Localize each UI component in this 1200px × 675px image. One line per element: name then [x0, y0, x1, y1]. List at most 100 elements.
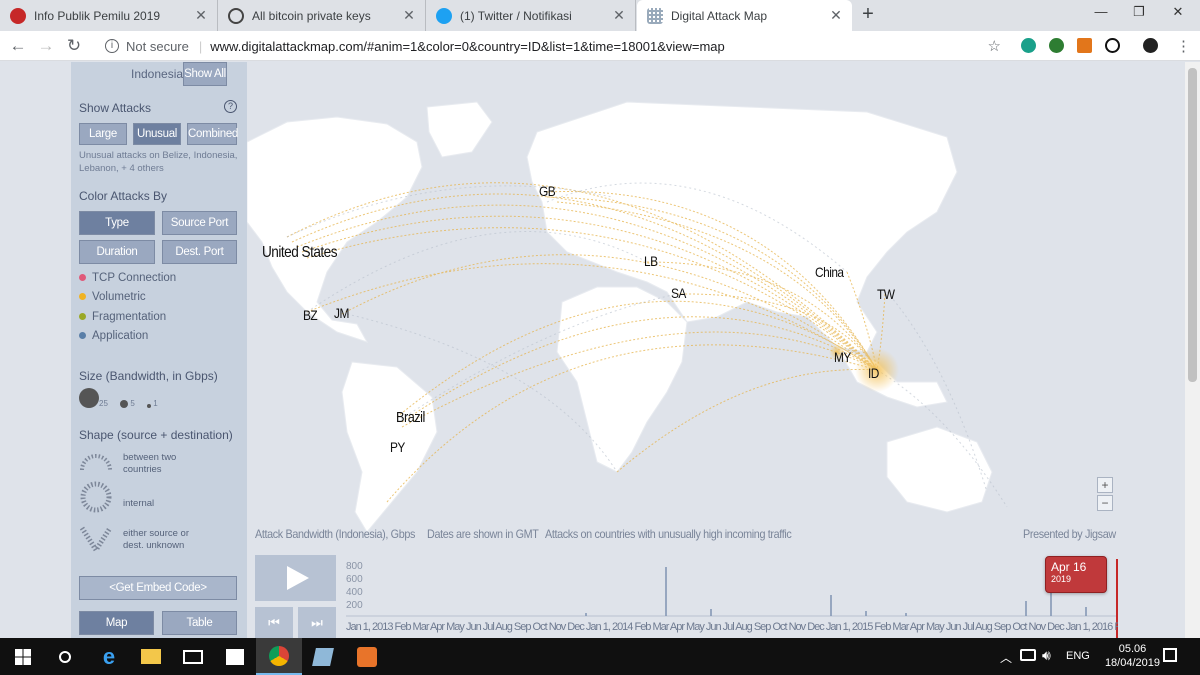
color-source-port-button[interactable]: Source Port [162, 211, 237, 235]
label-my[interactable]: MY [834, 349, 851, 365]
page-content: Indonesia Show All Show Attacks ? Large … [0, 62, 1200, 638]
help-icon[interactable]: ? [224, 100, 237, 113]
map-view-button[interactable]: Map [79, 611, 154, 635]
address-toolbar: ← → ↻ i Not secure | www.digitalattackma… [0, 31, 1200, 61]
mail-taskbar-button[interactable] [170, 638, 216, 675]
greenland-shape [426, 101, 493, 158]
size-title: Size (Bandwidth, in Gbps) [79, 369, 218, 383]
page-scrollbar[interactable] [1185, 62, 1200, 638]
extension-icon[interactable] [1021, 38, 1036, 53]
presented-by-label[interactable]: Presented by Jigsaw [1023, 527, 1116, 541]
label-china[interactable]: China [815, 264, 844, 280]
extension-icon[interactable] [1105, 38, 1120, 53]
label-id[interactable]: ID [868, 365, 879, 381]
label-united-states[interactable]: United States [262, 244, 338, 262]
minimize-button[interactable]: — [1086, 4, 1116, 24]
windows-taskbar: e ︿ 🔊︎ ENG 05.06 18/04/2019 [0, 638, 1200, 675]
notifications-icon[interactable] [1163, 648, 1177, 662]
tab-bitcoin-keys[interactable]: All bitcoin private keys ✕ [218, 0, 426, 31]
play-button[interactable] [255, 555, 336, 601]
edge-taskbar-button[interactable]: e [86, 638, 132, 675]
unusual-note: Unusual attacks on Belize, Indonesia, Le… [79, 150, 238, 174]
clock-time: 05.06 [1118, 643, 1147, 655]
color-duration-button[interactable]: Duration [79, 240, 155, 264]
timeline-chart[interactable]: 800 600 400 200 Jan 1, 2013 Feb Mar Apr … [346, 559, 1118, 638]
scrollbar-thumb[interactable] [1188, 68, 1197, 382]
back-button[interactable]: ← [8, 36, 28, 56]
metamask-icon[interactable] [1077, 38, 1092, 53]
app-taskbar-button[interactable] [344, 638, 390, 675]
legend-tcp: TCP Connection [79, 272, 176, 284]
timeline-axis-labels: Jan 1, 2013 Feb Mar Apr May Jun Jul Aug … [346, 621, 1118, 633]
url-text: www.digitalattackmap.com/#anim=1&color=0… [210, 38, 725, 54]
store-icon [226, 648, 244, 665]
tab-title: Info Publik Pemilu 2019 [34, 8, 161, 23]
search-button[interactable] [42, 638, 88, 675]
close-icon[interactable]: ✕ [611, 7, 627, 24]
store-taskbar-button[interactable] [212, 638, 258, 675]
tab-info-publik[interactable]: Info Publik Pemilu 2019 ✕ [0, 0, 218, 31]
label-lb[interactable]: LB [644, 253, 658, 269]
network-icon[interactable] [1020, 649, 1036, 661]
filter-unusual-button[interactable]: Unusual [133, 123, 181, 145]
label-brazil[interactable]: Brazil [396, 409, 425, 426]
start-button[interactable] [0, 638, 46, 675]
world-map-canvas [247, 101, 1008, 533]
label-tw[interactable]: TW [877, 286, 895, 302]
app-taskbar-button[interactable] [300, 638, 346, 675]
info-icon[interactable]: i [105, 39, 119, 53]
attack-map[interactable]: United States GB LB SA China TW BZ JM MY… [247, 62, 1185, 638]
edge-icon: e [102, 643, 116, 669]
filter-combined-button[interactable]: Combined [187, 123, 238, 145]
volume-icon[interactable]: 🔊︎ [1042, 647, 1051, 664]
color-dest-port-button[interactable]: Dest. Port [162, 240, 237, 264]
play-icon [287, 566, 309, 590]
filter-large-button[interactable]: Large [79, 123, 127, 145]
show-all-button[interactable]: Show All [183, 62, 227, 86]
menu-icon[interactable]: ⋮ [1176, 37, 1191, 55]
app-icon [357, 646, 377, 667]
skip-forward-button[interactable]: ⏭ [298, 607, 336, 638]
zoom-out-button[interactable]: − [1097, 495, 1113, 511]
reload-button[interactable]: ↻ [64, 36, 84, 56]
australia-shape [886, 426, 993, 513]
close-icon[interactable]: ✕ [828, 7, 844, 24]
mail-icon [183, 649, 203, 664]
extension-icon[interactable] [1049, 38, 1064, 53]
explorer-taskbar-button[interactable] [128, 638, 174, 675]
close-icon[interactable]: ✕ [401, 7, 417, 24]
tab-digital-attack-map[interactable]: Digital Attack Map ✕ [637, 0, 852, 31]
omnibox[interactable]: i Not secure | www.digitalattackmap.com/… [93, 34, 1009, 58]
restore-button[interactable]: ❐ [1124, 4, 1154, 24]
skip-back-button[interactable]: ⏮ [255, 607, 293, 638]
new-tab-button[interactable]: + [858, 4, 878, 25]
label-jm[interactable]: JM [334, 305, 349, 321]
close-window-button[interactable]: ✕ [1163, 4, 1193, 24]
table-view-button[interactable]: Table [162, 611, 237, 635]
label-py[interactable]: PY [390, 439, 405, 455]
tray-chevron-icon[interactable]: ︿ [1000, 649, 1012, 666]
profile-avatar[interactable] [1143, 38, 1158, 53]
color-type-button[interactable]: Type [79, 211, 155, 235]
africa-shape [556, 286, 688, 473]
notepad-icon [312, 647, 334, 666]
chrome-taskbar-button[interactable] [256, 638, 302, 675]
zoom-in-button[interactable]: + [1097, 477, 1113, 493]
label-gb[interactable]: GB [539, 183, 556, 199]
tab-twitter[interactable]: (1) Twitter / Notifikasi ✕ [426, 0, 636, 31]
chrome-icon [269, 645, 289, 666]
close-icon[interactable]: ✕ [193, 7, 209, 24]
clock[interactable]: 05.06 18/04/2019 [1105, 642, 1160, 670]
forward-button[interactable]: → [36, 36, 56, 56]
windows-icon [15, 648, 31, 665]
embed-code-button[interactable]: <Get Embed Code> [79, 576, 237, 600]
label-bz[interactable]: BZ [303, 307, 318, 323]
current-date-badge[interactable]: Apr 16 2019 [1045, 556, 1107, 593]
shape-internal-label: internal [123, 498, 155, 509]
star-icon[interactable]: ☆ [988, 37, 1001, 55]
size-legend: 25 5 1 [79, 388, 158, 408]
language-indicator[interactable]: ENG [1066, 650, 1090, 662]
label-sa[interactable]: SA [671, 285, 686, 301]
dates-note: Dates are shown in GMT [427, 527, 539, 541]
globe-icon [228, 7, 244, 24]
